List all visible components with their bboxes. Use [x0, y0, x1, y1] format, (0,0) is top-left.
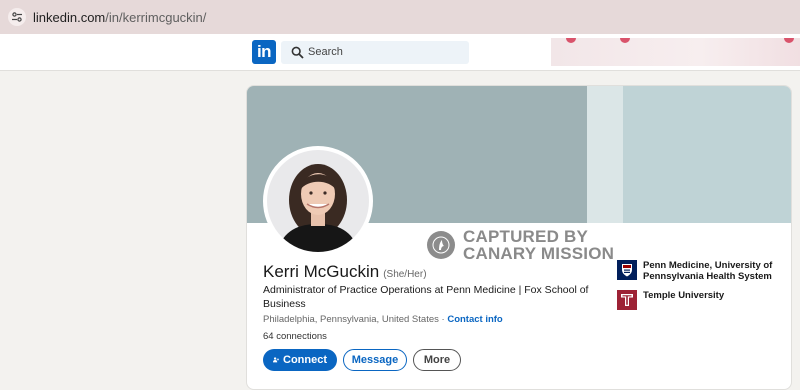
notification-dot — [566, 38, 576, 43]
contact-info-link[interactable]: Contact info — [447, 314, 502, 325]
linkedin-logo[interactable]: in — [252, 40, 276, 64]
url-path: /in/kerrimcguckin/ — [105, 10, 207, 25]
canary-bird-icon — [427, 231, 455, 259]
more-button[interactable]: More — [413, 349, 461, 371]
profile-actions: Connect Message More — [263, 349, 461, 371]
nav-items-redacted — [551, 38, 800, 66]
connect-label: Connect — [283, 354, 327, 366]
temple-t-icon — [617, 290, 637, 310]
url-text[interactable]: linkedin.com/in/kerrimcguckin/ — [33, 10, 206, 25]
location-row: Philadelphia, Pennsylvania, United State… — [263, 314, 503, 325]
profile-card: CAPTURED BY CANARY MISSION Kerri McGucki… — [246, 85, 792, 390]
org-name-temple: Temple University — [643, 290, 725, 301]
watermark-text: CAPTURED BY CANARY MISSION — [463, 228, 614, 262]
watermark-line-2: CANARY MISSION — [463, 244, 615, 263]
profile-name: Kerri McGuckin — [263, 262, 380, 281]
url-field[interactable]: linkedin.com/in/kerrimcguckin/ — [0, 0, 800, 34]
org-item-penn-medicine[interactable]: Penn Medicine, University of Pennsylvani… — [617, 260, 783, 282]
organizations-list: Penn Medicine, University of Pennsylvani… — [617, 260, 783, 318]
search-box[interactable]: Search — [281, 41, 469, 64]
profile-photo[interactable] — [263, 146, 373, 256]
connections-count[interactable]: 64 connections — [263, 331, 327, 342]
separator-dot: · — [441, 314, 445, 325]
org-name-penn-medicine: Penn Medicine, University of Pennsylvani… — [643, 260, 773, 282]
linkedin-navbar: in Search — [0, 34, 800, 71]
more-label: More — [423, 354, 451, 366]
connect-button[interactable]: Connect — [263, 349, 337, 371]
site-settings-icon[interactable] — [8, 8, 26, 26]
profile-headline: Administrator of Practice Operations at … — [263, 284, 589, 310]
profile-pronouns: (She/Her) — [383, 269, 427, 280]
add-person-icon — [273, 357, 279, 363]
message-label: Message — [351, 354, 399, 366]
org-item-temple[interactable]: Temple University — [617, 290, 783, 310]
notification-dot — [620, 38, 630, 43]
notification-dot — [784, 38, 794, 43]
name-row: Kerri McGuckin (She/Her) — [263, 262, 427, 282]
search-input[interactable]: Search — [308, 46, 343, 58]
search-icon — [291, 46, 304, 59]
message-button[interactable]: Message — [343, 349, 407, 371]
penn-shield-icon — [617, 260, 637, 280]
browser-address-bar: linkedin.com/in/kerrimcguckin/ — [0, 0, 800, 34]
linkedin-logo-text: in — [256, 42, 272, 61]
profile-location: Philadelphia, Pennsylvania, United State… — [263, 314, 439, 325]
url-host: linkedin.com — [33, 10, 106, 25]
captured-watermark: CAPTURED BY CANARY MISSION — [427, 228, 614, 262]
watermark-line-1: CAPTURED BY — [463, 227, 588, 246]
